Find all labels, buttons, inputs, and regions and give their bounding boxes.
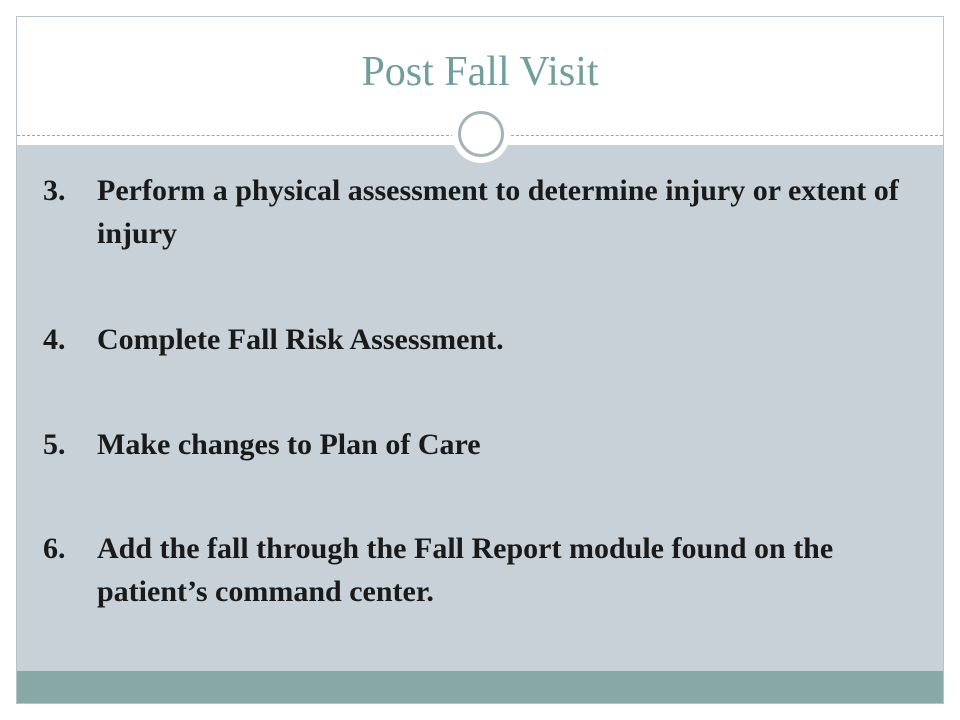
list-item: 6. Add the fall through the Fall Report … [43, 527, 923, 613]
item-number: 4. [43, 323, 66, 356]
item-text: Make changes to Plan of Care [97, 428, 481, 461]
list-item: 4. Complete Fall Risk Assessment. [43, 318, 923, 361]
slide-title: Post Fall Visit [361, 49, 599, 95]
item-number: 5. [43, 428, 66, 461]
footer-bar [17, 671, 943, 703]
circle-ornament-icon [458, 111, 504, 157]
item-number: 6. [43, 532, 66, 565]
item-text: Perform a physical assessment to determi… [97, 174, 899, 250]
slide: Post Fall Visit 3. Perform a physical as… [16, 16, 944, 704]
list-item: 3. Perform a physical assessment to dete… [43, 169, 923, 255]
item-list: 3. Perform a physical assessment to dete… [43, 169, 923, 613]
item-text: Add the fall through the Fall Report mod… [97, 532, 834, 608]
item-text: Complete Fall Risk Assessment. [97, 323, 504, 356]
item-number: 3. [43, 174, 66, 207]
list-item: 5. Make changes to Plan of Care [43, 423, 923, 466]
